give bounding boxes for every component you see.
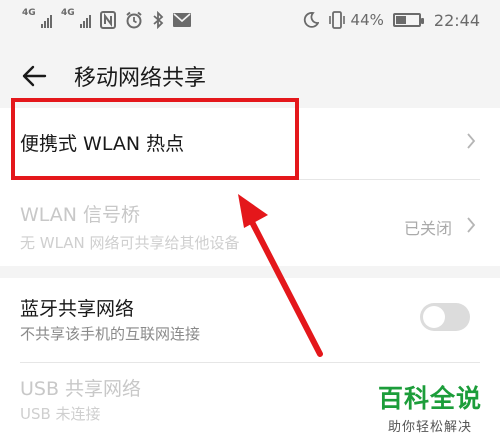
nfc-icon (100, 11, 116, 29)
back-button[interactable] (14, 56, 54, 96)
row-label: WLAN 信号桥 (20, 204, 141, 226)
divider (20, 362, 480, 363)
vibrate-icon (328, 11, 345, 29)
chevron-right-icon (467, 217, 476, 233)
row-subtitle: 无 WLAN 网络可共享给其他设备 (20, 234, 240, 252)
signal-1-label: 4G (22, 8, 36, 18)
battery-percent: 44% (350, 11, 384, 29)
status-left-icons: 4G 4G (22, 8, 191, 29)
mail-icon (173, 13, 191, 27)
row-bluetooth-tethering[interactable]: 蓝牙共享网络 不共享该手机的互联网连接 (0, 278, 500, 360)
back-arrow-icon (22, 65, 47, 87)
signal-2-icon: 4G (61, 8, 91, 29)
status-bar: 4G 4G 44% 22:44 (0, 0, 500, 40)
toggle-knob (423, 306, 445, 328)
clock: 22:44 (433, 10, 480, 30)
alarm-icon (126, 11, 142, 29)
watermark-subtitle: 助你轻松解决 (387, 420, 472, 435)
row-subtitle: 不共享该手机的互联网连接 (20, 325, 201, 343)
watermark-logo: 百科全说 助你轻松解决 (378, 379, 482, 435)
chevron-right-icon (467, 133, 476, 149)
bluetooth-icon (153, 11, 164, 29)
row-label: USB 共享网络 (20, 378, 142, 400)
do-not-disturb-moon-icon (303, 12, 319, 28)
signal-1-icon: 4G (22, 8, 52, 29)
row-subtitle: USB 未连接 (20, 405, 101, 423)
highlight-box (11, 98, 299, 180)
row-status: 已关闭 (403, 219, 452, 238)
row-label: 蓝牙共享网络 (20, 298, 135, 320)
bluetooth-tethering-toggle[interactable] (420, 303, 470, 331)
page-title: 移动网络共享 (74, 66, 207, 91)
watermark-title: 百科全说 (377, 384, 482, 413)
app-header: 移动网络共享 (0, 48, 500, 104)
signal-2-label: 4G (61, 8, 75, 18)
row-wlan-bridge[interactable]: WLAN 信号桥 无 WLAN 网络可共享给其他设备 已关闭 (0, 184, 500, 266)
status-right-icons: 44% 22:44 (303, 11, 480, 30)
battery-icon (392, 13, 424, 27)
